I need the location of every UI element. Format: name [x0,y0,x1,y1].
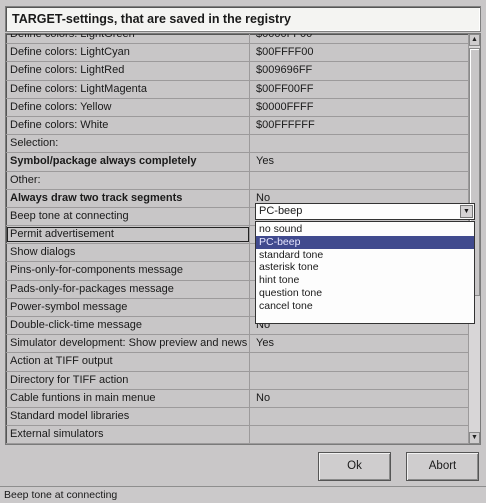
table-row[interactable]: Define colors: Yellow $0000FFFF [6,98,470,117]
table-row[interactable]: Cable funtions in main menue No [6,389,470,408]
setting-value[interactable]: $0000FF00 [251,34,470,43]
setting-name: Define colors: White [6,116,250,135]
setting-value[interactable] [251,135,470,152]
table-row[interactable]: Standard model libraries [6,407,470,427]
setting-value[interactable]: $0000FFFF [251,99,470,116]
section-title: Always draw two track segments [6,189,250,207]
table-row[interactable]: Other: [6,171,470,190]
setting-name: Pins-only-for-components message [6,262,250,280]
settings-grid: Define colors: LightGreen $0000FF00 Defi… [5,33,481,445]
setting-name: Double-click-time message [6,317,250,335]
dropdown-option[interactable]: asterisk tone [256,261,474,274]
setting-value[interactable]: $009696FF [251,62,470,79]
setting-value[interactable] [251,426,470,443]
setting-name: Simulator development: Show preview and … [6,335,250,353]
setting-name: Define colors: LightCyan [6,44,250,62]
table-row[interactable]: Define colors: White $00FFFFFF [6,116,470,136]
arrow-down-icon[interactable]: ▼ [469,432,480,444]
section-title: Symbol/package always completely [6,153,250,171]
setting-name: Permit advertisement [6,226,250,244]
setting-value[interactable]: Yes [251,335,470,352]
setting-name: Action at TIFF output [6,353,250,371]
setting-value[interactable]: No [251,390,470,407]
table-row[interactable]: Define colors: LightMagenta $00FF00FF [6,80,470,99]
setting-value[interactable]: $00FFFFFF [251,117,470,134]
setting-name: Show dialogs [6,244,250,262]
table-row[interactable]: Define colors: LightGreen $0000FF00 [6,34,470,45]
beep-tone-dropdown: no sound PC-beep standard tone asterisk … [255,221,475,324]
setting-value[interactable]: $00FFFF00 [251,44,470,61]
arrow-up-icon[interactable]: ▲ [469,34,480,46]
setting-value[interactable]: $00FF00FF [251,81,470,98]
status-bar: Beep tone at connecting [0,486,486,503]
setting-name: Define colors: Yellow [6,98,250,116]
setting-name: Power-symbol message [6,298,250,316]
window-title: TARGET-settings, that are saved in the r… [5,6,481,32]
abort-button[interactable]: Abort [406,452,479,481]
table-row[interactable]: Define colors: LightRed $009696FF [6,62,470,81]
table-row[interactable]: Action at TIFF output [6,353,470,372]
section-header: Symbol/package always completely Yes [6,153,470,172]
dropdown-option[interactable]: no sound [256,223,474,236]
ok-button[interactable]: Ok [318,452,391,481]
chevron-down-icon[interactable]: ▼ [460,205,473,218]
setting-value[interactable] [251,172,470,189]
beep-tone-select[interactable]: PC-beep ▼ [255,203,475,220]
setting-name: Define colors: LightRed [6,62,250,80]
dropdown-option[interactable]: hint tone [256,274,474,287]
dropdown-option[interactable]: question tone [256,287,474,300]
table-row[interactable]: Simulator development: Show preview and … [6,335,470,354]
setting-name: Pads-only-for-packages message [6,280,250,298]
setting-name: Other: [6,171,250,189]
table-row[interactable]: External simulators [6,426,470,444]
dropdown-option[interactable]: cancel tone [256,300,474,313]
setting-name: Define colors: LightMagenta [6,80,250,98]
setting-value: Yes [256,155,274,168]
setting-name: Standard model libraries [6,407,250,426]
table-row[interactable]: Directory for TIFF action [6,371,470,390]
setting-name: Directory for TIFF action [6,371,250,389]
setting-name: Cable funtions in main menue [6,389,250,407]
setting-name: Beep tone at connecting [6,207,250,226]
setting-name: Define colors: LightGreen [6,34,250,44]
beep-tone-selected-value: PC-beep [259,205,303,217]
dropdown-option-selected[interactable]: PC-beep [256,235,474,249]
setting-name: External simulators [6,426,250,444]
settings-window: TARGET-settings, that are saved in the r… [0,0,486,503]
table-row[interactable]: Define colors: LightCyan $00FFFF00 [6,44,470,63]
setting-value[interactable] [251,353,470,370]
setting-value[interactable] [251,372,470,389]
setting-value[interactable] [251,408,470,425]
table-row[interactable]: Selection: [6,135,470,154]
dropdown-option[interactable]: standard tone [256,249,474,262]
setting-name: Selection: [6,135,250,153]
